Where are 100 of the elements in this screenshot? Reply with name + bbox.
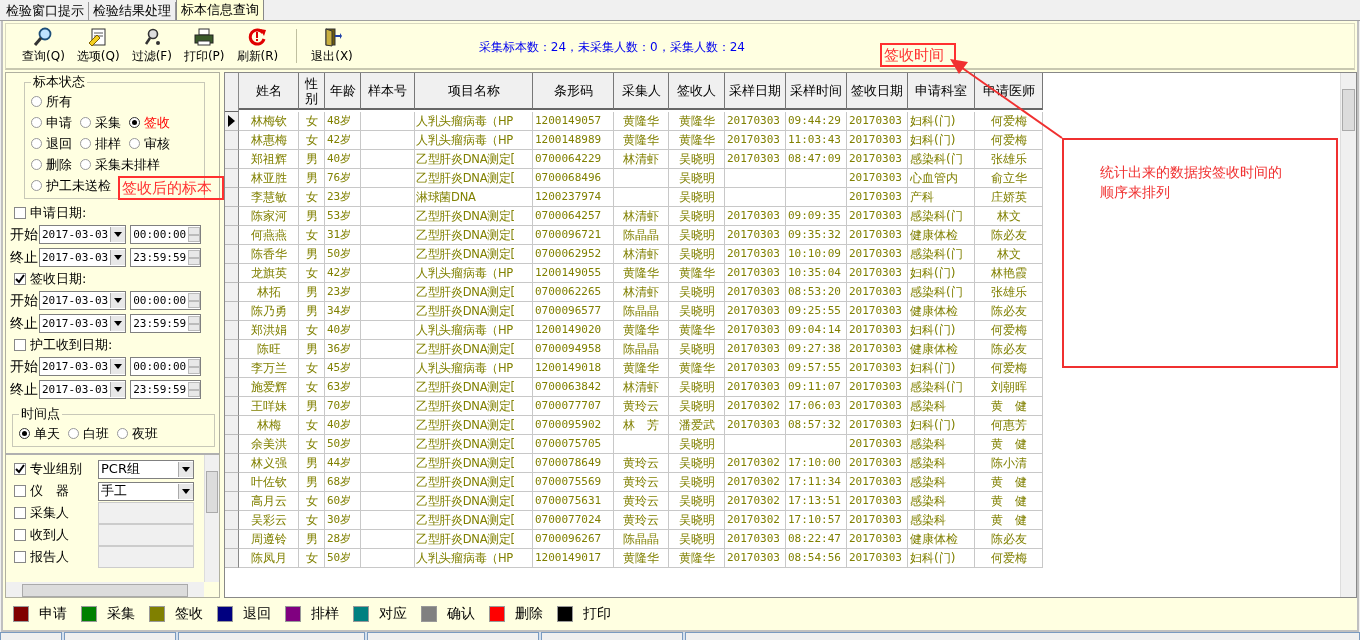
- table-cell: 20170303: [847, 511, 908, 530]
- radio-icon[interactable]: [129, 117, 140, 128]
- column-header[interactable]: 项目名称: [415, 73, 533, 110]
- radio-option[interactable]: 采集未排样: [80, 155, 160, 174]
- tab[interactable]: 检验窗口提示: [2, 2, 89, 20]
- table-cell: 20170303: [725, 245, 786, 264]
- date-picker[interactable]: 2017-03-03: [39, 314, 127, 333]
- table-cell: 产科: [908, 188, 975, 207]
- radio-icon[interactable]: [31, 180, 42, 191]
- radio-icon[interactable]: [19, 428, 30, 439]
- radio-icon[interactable]: [31, 96, 42, 107]
- table-cell: 林清虾: [614, 283, 669, 302]
- radio-icon[interactable]: [31, 138, 42, 149]
- column-header[interactable]: 签收日期: [847, 73, 908, 110]
- scrollbar[interactable]: [1340, 73, 1356, 597]
- radio-icon[interactable]: [31, 117, 42, 128]
- tab[interactable]: 标本信息查询: [176, 0, 264, 20]
- radio-option[interactable]: 白班: [68, 424, 109, 443]
- table-cell: 俞立华: [975, 169, 1043, 188]
- radio-option[interactable]: 单天: [19, 424, 60, 443]
- spinner-icon[interactable]: [188, 293, 201, 308]
- column-header[interactable]: 采集人: [614, 73, 669, 110]
- radio-option[interactable]: 签收: [129, 113, 170, 132]
- time-field[interactable]: 23:59:59: [130, 380, 202, 399]
- table-cell: 女: [299, 188, 325, 207]
- radio-icon[interactable]: [80, 159, 91, 170]
- dropdown[interactable]: PCR组: [98, 459, 194, 479]
- radio-option[interactable]: 护工未送检: [31, 176, 111, 195]
- checkbox[interactable]: 护工收到日期:: [10, 335, 217, 355]
- radio-option[interactable]: 申请: [31, 113, 72, 132]
- table-cell: 男: [299, 245, 325, 264]
- spinner-icon[interactable]: [188, 382, 201, 397]
- exit-button[interactable]: 退出(X): [305, 26, 359, 66]
- input-field[interactable]: [98, 546, 194, 568]
- time-field[interactable]: 00:00:00: [130, 225, 202, 244]
- radio-icon[interactable]: [117, 428, 128, 439]
- radio-icon[interactable]: [31, 159, 42, 170]
- spinner-icon[interactable]: [188, 359, 201, 374]
- table-cell: 乙型肝炎DNA测定[: [415, 435, 533, 454]
- input-field[interactable]: [98, 502, 194, 524]
- column-header[interactable]: 样本号: [361, 73, 415, 110]
- column-header[interactable]: 年龄: [325, 73, 361, 110]
- radio-option[interactable]: 所有: [31, 92, 72, 111]
- print-button[interactable]: 打印(P): [177, 26, 231, 66]
- column-header[interactable]: 申请科室: [908, 73, 975, 110]
- radio-option[interactable]: 删除: [31, 155, 72, 174]
- column-header[interactable]: 性别: [299, 73, 325, 110]
- options-button[interactable]: 选项(Q): [70, 26, 126, 66]
- input-field[interactable]: [98, 524, 194, 546]
- column-header[interactable]: 姓名: [239, 73, 299, 110]
- table-cell: 吴晓明: [669, 207, 725, 226]
- radio-option[interactable]: 退回: [31, 134, 72, 153]
- table-cell: [361, 169, 415, 188]
- radio-option[interactable]: 排样: [80, 134, 121, 153]
- search-button[interactable]: 查询(Q): [16, 26, 71, 66]
- table-cell: 陈晶晶: [614, 340, 669, 359]
- radio-icon[interactable]: [80, 117, 91, 128]
- scrollbar[interactable]: [6, 582, 204, 597]
- column-header[interactable]: 采样时间: [786, 73, 847, 110]
- table-cell: 0700096267: [533, 530, 614, 549]
- radio-option[interactable]: 采集: [80, 113, 121, 132]
- column-header[interactable]: 签收人: [669, 73, 725, 110]
- column-header[interactable]: 条形码: [533, 73, 614, 110]
- spinner-icon[interactable]: [188, 227, 201, 242]
- time-field[interactable]: 00:00:00: [130, 291, 202, 310]
- date-picker[interactable]: 2017-03-03: [39, 225, 127, 244]
- radio-option[interactable]: 审核: [129, 134, 170, 153]
- refresh-button[interactable]: 刷新(R): [230, 26, 285, 66]
- date-picker[interactable]: 2017-03-03: [39, 248, 127, 267]
- table-cell: 20170303: [725, 112, 786, 131]
- checkbox[interactable]: 签收日期:: [10, 269, 217, 289]
- checkbox[interactable]: 收到人: [10, 525, 94, 545]
- checkbox[interactable]: 仪 器: [10, 481, 94, 501]
- table-cell: 20170303: [725, 530, 786, 549]
- column-header[interactable]: 采样日期: [725, 73, 786, 110]
- radio-option[interactable]: 夜班: [117, 424, 158, 443]
- time-field[interactable]: 23:59:59: [130, 248, 202, 267]
- table-cell: 感染科: [908, 435, 975, 454]
- table-cell: 陈必友: [975, 340, 1043, 359]
- row-indicator[interactable]: [225, 112, 239, 131]
- checkbox[interactable]: 申请日期:: [10, 203, 217, 223]
- filter-button[interactable]: 过滤(F): [125, 26, 178, 66]
- spinner-icon[interactable]: [188, 250, 201, 265]
- caret-icon: [114, 364, 123, 369]
- radio-icon[interactable]: [68, 428, 79, 439]
- table-cell: 施爱辉: [239, 378, 299, 397]
- checkbox[interactable]: 报告人: [10, 547, 94, 567]
- checkbox[interactable]: 采集人: [10, 503, 94, 523]
- date-picker[interactable]: 2017-03-03: [39, 357, 127, 376]
- dropdown[interactable]: 手工: [98, 481, 194, 501]
- radio-icon[interactable]: [129, 138, 140, 149]
- date-picker[interactable]: 2017-03-03: [39, 291, 127, 310]
- time-field[interactable]: 00:00:00: [130, 357, 202, 376]
- radio-icon[interactable]: [80, 138, 91, 149]
- time-field[interactable]: 23:59:59: [130, 314, 202, 333]
- spinner-icon[interactable]: [188, 316, 201, 331]
- scrollbar[interactable]: [204, 455, 219, 582]
- checkbox[interactable]: 专业组别: [10, 459, 94, 479]
- table-cell: 20170303: [847, 302, 908, 321]
- date-picker[interactable]: 2017-03-03: [39, 380, 127, 399]
